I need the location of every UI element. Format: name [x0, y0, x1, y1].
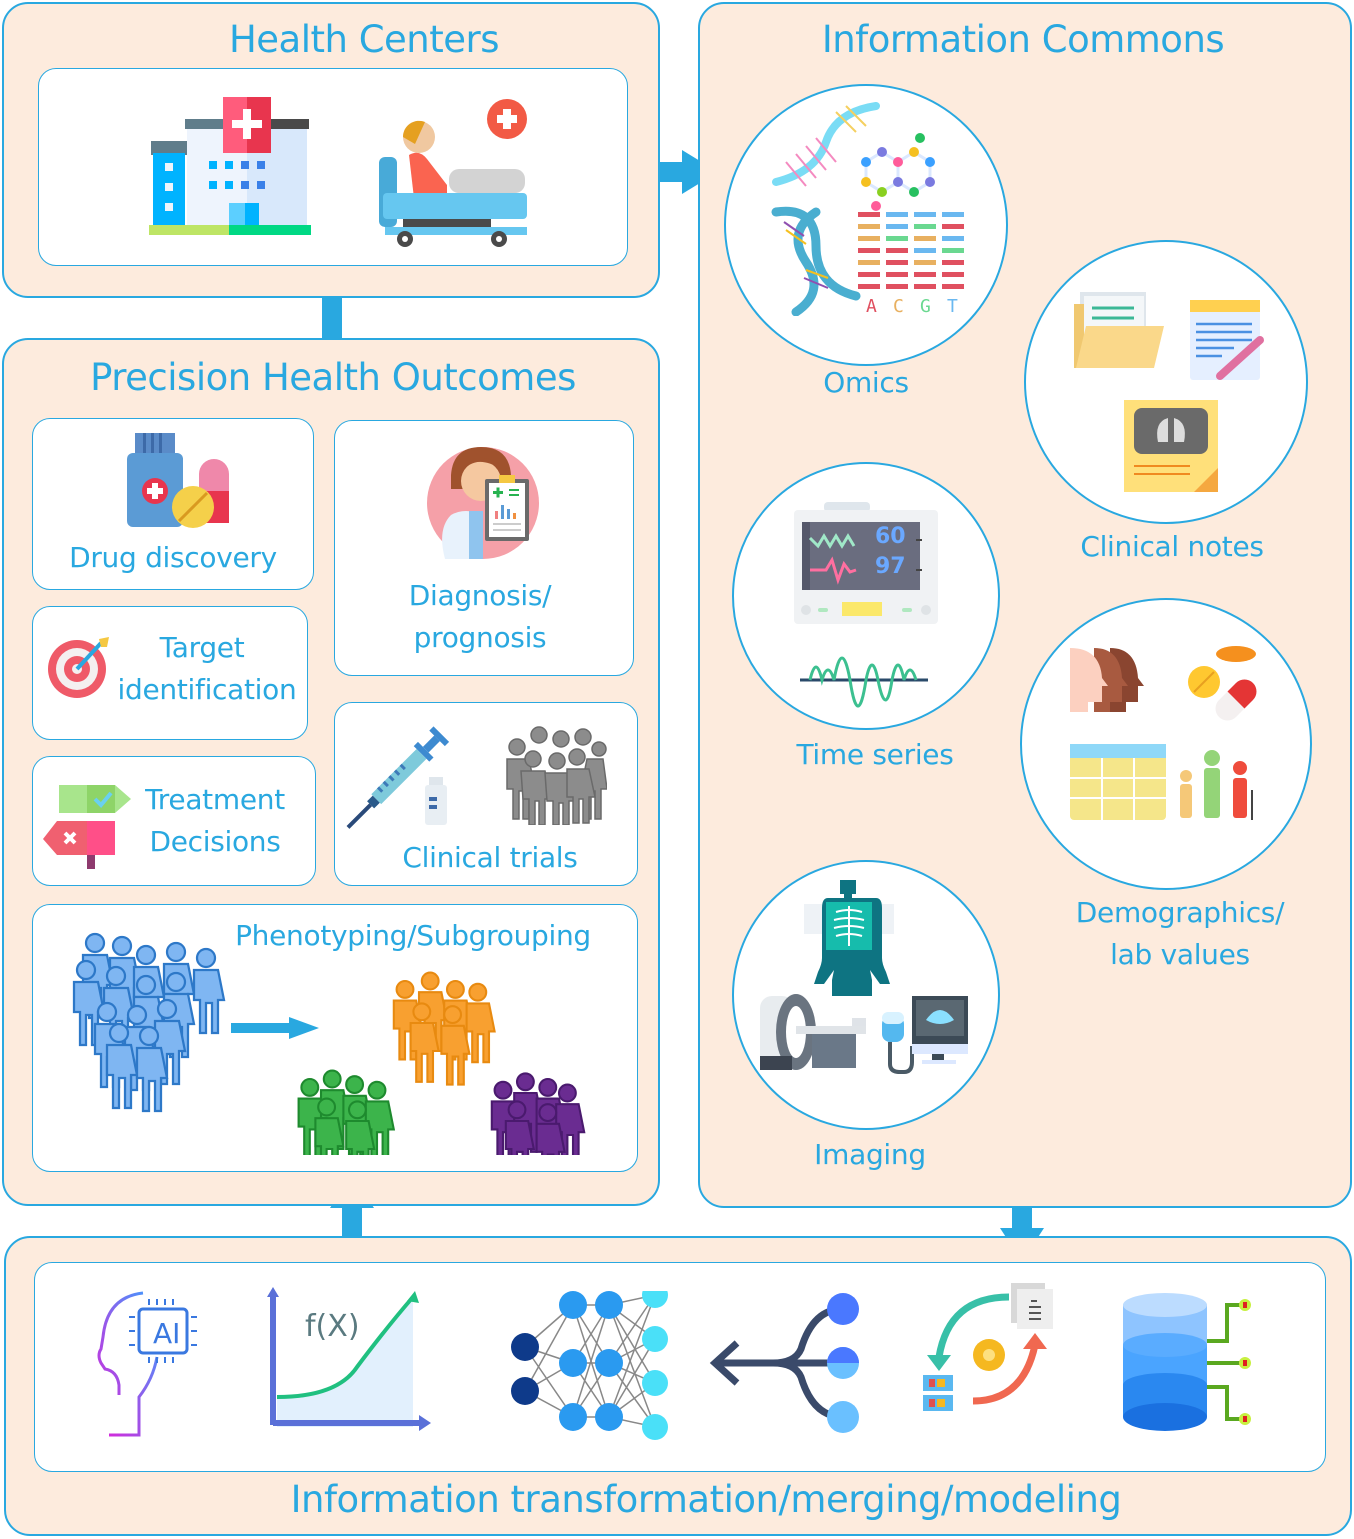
- demographics-label-line2: lab values: [1110, 938, 1250, 971]
- drug-discovery-label: Drug discovery: [69, 541, 277, 574]
- function-text: f(X): [305, 1309, 360, 1344]
- imaging-circle: [732, 860, 1000, 1130]
- precision-health-outcomes-panel: Precision Health Outcomes Drug discovery: [2, 338, 660, 1206]
- information-transformation-title: Information transformation/merging/model…: [290, 1478, 1122, 1521]
- time-series-label: Time series: [796, 738, 954, 771]
- diagnosis-label-line2: prognosis: [413, 621, 547, 654]
- drug-discovery-card: Drug discovery: [32, 418, 314, 590]
- heart-rate-readout: 60: [875, 524, 906, 549]
- time-series-circle: 60 97: [732, 462, 1000, 730]
- syringe-vial-icon: [346, 726, 450, 829]
- target-label-line1: Target: [159, 631, 245, 664]
- ai-chip-text: AI: [153, 1317, 181, 1350]
- patient-bed-icon: [379, 99, 527, 247]
- diagnosis-label-line1: Diagnosis/: [408, 579, 552, 612]
- participant-group-icon: [506, 726, 607, 825]
- xray-mri-ultrasound-icon: [760, 880, 968, 1074]
- base-G: G: [920, 296, 931, 317]
- vital-monitor-waveform-icon: [794, 502, 938, 708]
- target-label-line2: identification: [117, 673, 297, 706]
- medicine-bottle-pills-icon: [127, 433, 229, 528]
- doctor-clipboard-icon: [427, 447, 539, 559]
- demographics-label-line1: Demographics/: [1075, 896, 1285, 929]
- neural-network-icon: [511, 1291, 668, 1440]
- information-commons-panel: Information Commons A C G T Omics Clinic…: [698, 2, 1352, 1208]
- treatment-decisions-card: Treatment Decisions: [32, 756, 316, 886]
- omics-circle: A C G T: [724, 84, 1008, 366]
- demographics-circle: [1020, 598, 1312, 890]
- health-centers-title: Health Centers: [228, 18, 500, 61]
- treatment-label-line2: Decisions: [149, 825, 281, 858]
- dna-molecule-sequence-icon: [771, 102, 964, 316]
- base-C: C: [893, 296, 904, 317]
- clinical-notes-circle: [1024, 240, 1308, 524]
- imaging-label: Imaging: [814, 1138, 926, 1171]
- data-processing-cycle-icon: [923, 1283, 1053, 1411]
- clinical-notes-label: Clinical notes: [1080, 530, 1264, 563]
- diagnosis-prognosis-card: Diagnosis/ prognosis: [334, 420, 634, 676]
- precision-health-outcomes-title: Precision Health Outcomes: [90, 356, 576, 399]
- base-A: A: [866, 296, 877, 317]
- transformation-methods-card: AI f(X): [34, 1262, 1326, 1472]
- health-centers-card: [38, 68, 628, 266]
- target-dart-icon: [48, 637, 109, 698]
- base-T: T: [947, 296, 958, 317]
- target-identification-card: Target identification: [32, 606, 308, 740]
- signpost-check-cross-icon: [43, 785, 131, 869]
- heads-pills-table-people-icon: [1070, 646, 1257, 820]
- merge-arrow-icon: [709, 1293, 859, 1433]
- health-centers-panel: Health Centers: [2, 2, 660, 298]
- information-commons-title: Information Commons: [821, 18, 1225, 61]
- ai-head-icon: [97, 1291, 197, 1437]
- clinical-trials-card: Clinical trials: [334, 702, 638, 886]
- population-clusters-icon: [72, 932, 586, 1155]
- folder-notes-xray-icon: [1074, 292, 1264, 492]
- spo2-readout: 97: [875, 554, 906, 579]
- treatment-label-line1: Treatment: [145, 783, 285, 816]
- information-transformation-panel: AI f(X) Information transformation/mergi…: [4, 1236, 1352, 1536]
- omics-label: Omics: [823, 366, 909, 399]
- hospital-building-icon: [149, 97, 311, 235]
- phenotyping-card: Phenotyping/Subgrouping: [32, 904, 638, 1172]
- database-icon: [1123, 1293, 1251, 1431]
- clinical-trials-label: Clinical trials: [402, 841, 578, 874]
